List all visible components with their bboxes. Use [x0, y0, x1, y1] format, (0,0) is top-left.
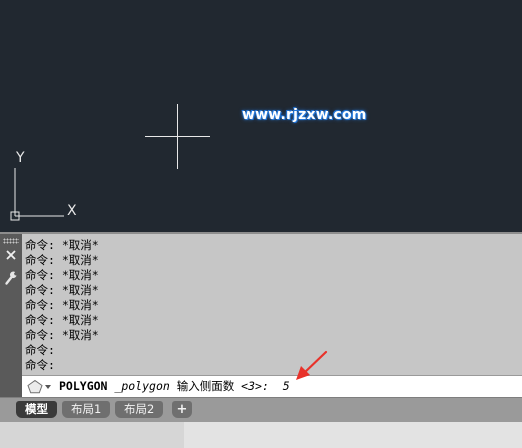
drawing-canvas[interactable]: www.rjzxw.com Y X [0, 0, 522, 232]
history-line: 命令: *取消* [25, 298, 99, 312]
history-line: 命令: *取消* [25, 268, 99, 282]
prompt-subcommand: _polygon [114, 379, 170, 393]
prompt-default: <3>: [241, 379, 269, 393]
history-line: 命令: *取消* [25, 238, 99, 252]
prompt-message: 输入侧面数 [176, 379, 235, 393]
command-prompt[interactable]: POLYGON _polygon 输入侧面数 <3>: 5 [59, 379, 290, 394]
history-line: 命令: *取消* [25, 253, 99, 267]
chevron-down-icon[interactable] [45, 385, 51, 389]
tab-layout1[interactable]: 布局1 [62, 401, 111, 418]
command-history: 命令: *取消* 命令: *取消* 命令: *取消* 命令: *取消* 命令: … [25, 238, 515, 373]
tab-layout2[interactable]: 布局2 [115, 401, 164, 418]
grip-handle[interactable] [3, 238, 19, 244]
crosshair-cursor-vertical [177, 104, 178, 169]
annotation-arrow [296, 350, 328, 380]
command-window: 命令: *取消* 命令: *取消* 命令: *取消* 命令: *取消* 命令: … [0, 232, 522, 397]
status-bar [0, 422, 522, 448]
add-layout-button[interactable]: + [172, 401, 192, 418]
layout-tab-bar: 模型 布局1 布局2 + [0, 397, 522, 422]
history-line: 命令: *取消* [25, 328, 99, 342]
prompt-input-value[interactable]: 5 [283, 379, 290, 393]
status-bar-left [0, 422, 184, 448]
wrench-icon[interactable] [4, 270, 18, 286]
ucs-icon: Y X [10, 150, 77, 221]
history-line: 命令: [25, 358, 55, 372]
ucs-y-label: Y [15, 150, 25, 166]
close-icon[interactable] [4, 248, 18, 262]
command-input-line[interactable]: POLYGON _polygon 输入侧面数 <3>: 5 [22, 375, 522, 397]
prompt-command: POLYGON [59, 379, 108, 393]
tab-model[interactable]: 模型 [16, 401, 57, 418]
watermark-text: www.rjzxw.com [242, 107, 367, 123]
ucs-x-label: X [67, 203, 77, 219]
history-line: 命令: [25, 343, 55, 357]
polygon-icon[interactable] [27, 379, 43, 394]
history-line: 命令: *取消* [25, 283, 99, 297]
history-line: 命令: *取消* [25, 313, 99, 327]
command-window-sidebar [0, 234, 22, 397]
